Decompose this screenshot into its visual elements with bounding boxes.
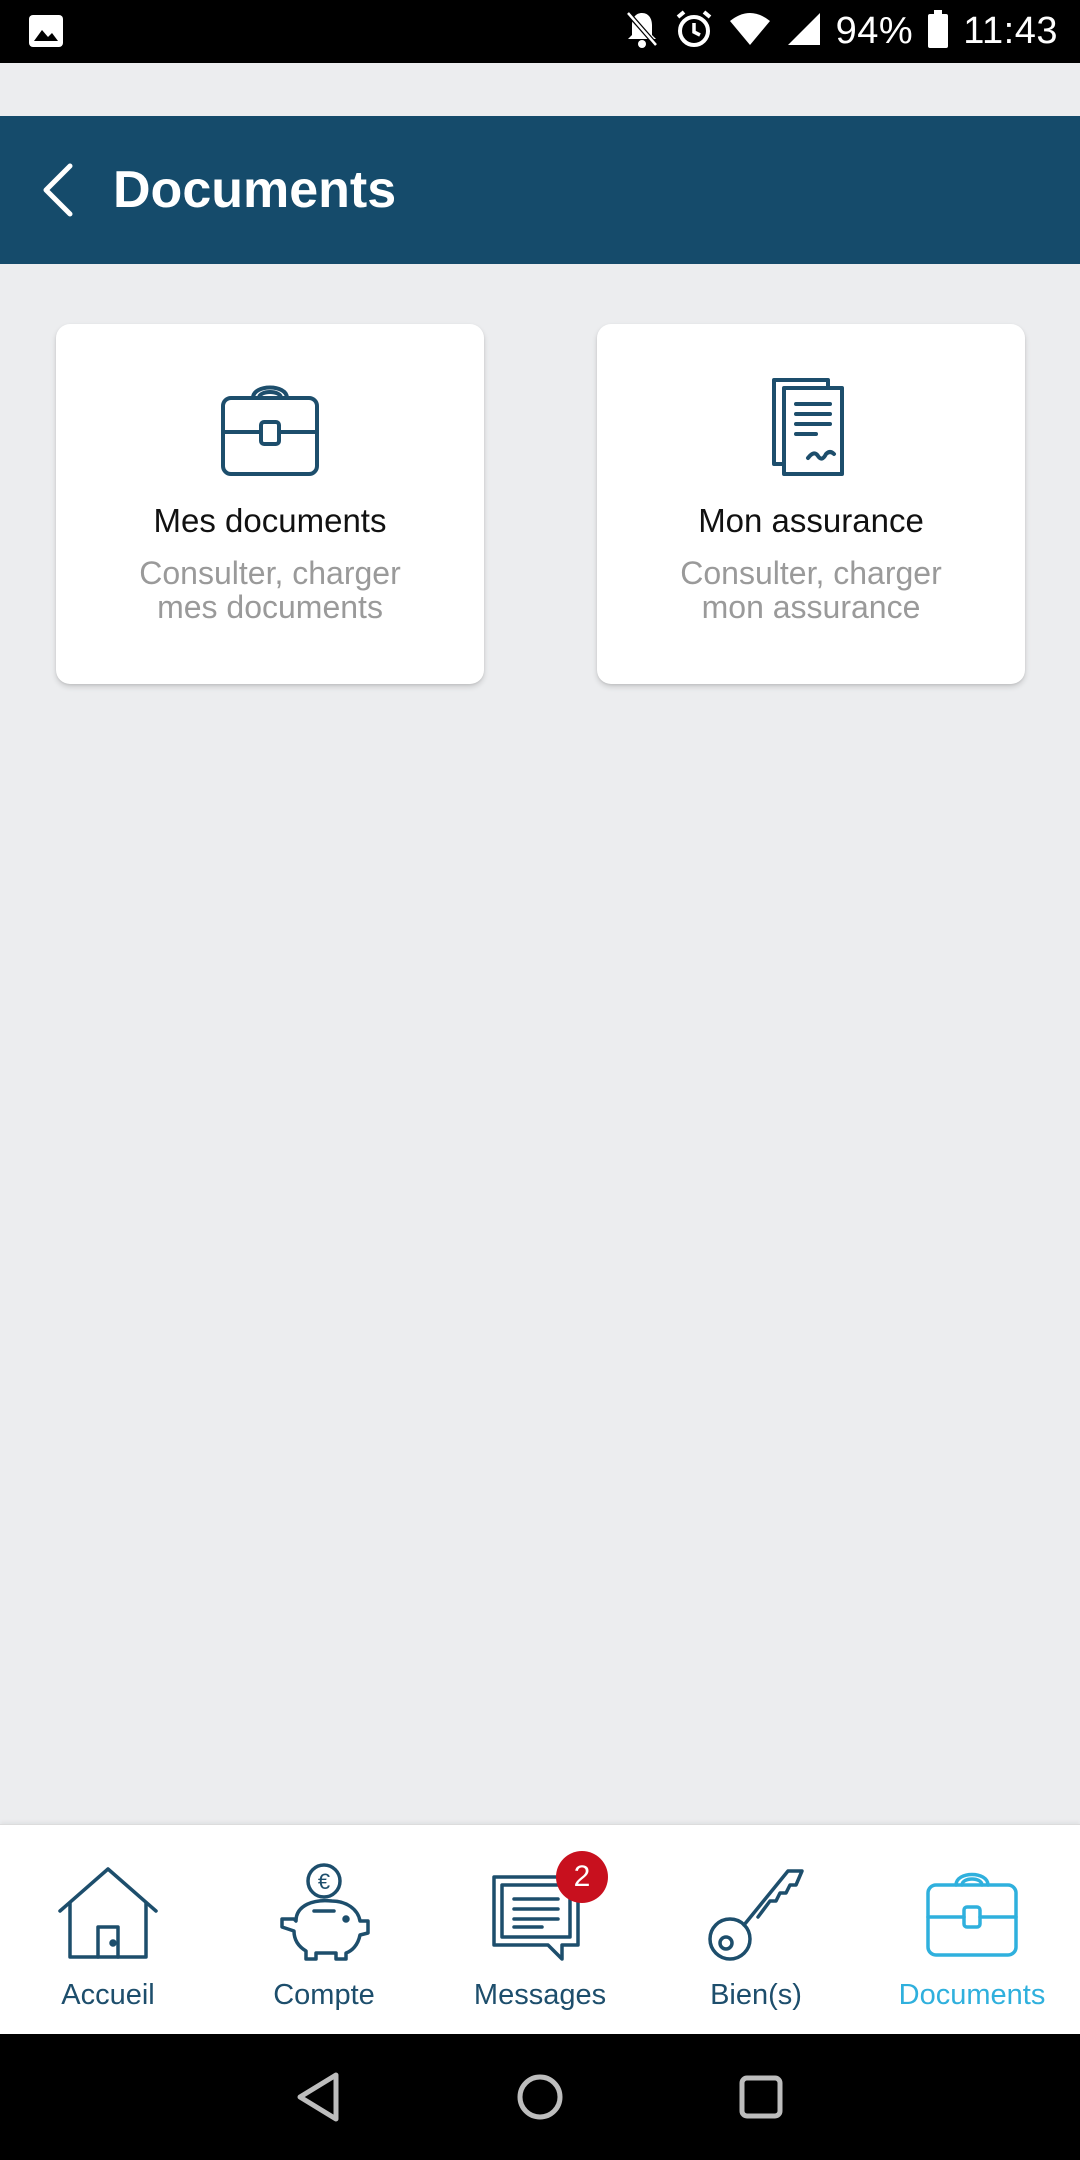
card-title: Mes documents <box>153 502 387 539</box>
nav-item-biens[interactable]: Bien(s) <box>648 1825 864 2035</box>
battery-percent: 94% <box>835 10 914 52</box>
bell-off-icon <box>624 9 660 54</box>
wifi-icon <box>728 11 772 52</box>
card-description-line: mon assurance <box>701 589 921 625</box>
signal-icon <box>786 11 822 52</box>
nav-item-compte[interactable]: € Compte <box>216 1825 432 2035</box>
system-navigation-bar <box>0 2034 1080 2160</box>
card-description: Consulter, charger mes documents <box>86 556 454 624</box>
top-spacer <box>0 63 1080 116</box>
card-mon-assurance[interactable]: Mon assurance Consulter, charger mon ass… <box>597 324 1025 684</box>
page-title: Documents <box>113 161 397 219</box>
key-icon <box>706 1863 806 1963</box>
card-description: Consulter, charger mon assurance <box>627 556 995 624</box>
card-mes-documents[interactable]: Mes documents Consulter, charger mes doc… <box>56 324 484 684</box>
nav-label: Accueil <box>61 1979 155 2011</box>
back-button[interactable] <box>30 154 86 226</box>
briefcase-icon <box>215 370 325 480</box>
app-header: Documents <box>0 116 1080 264</box>
document-stack-icon <box>756 370 866 480</box>
nav-label: Compte <box>273 1979 375 2011</box>
card-title: Mon assurance <box>698 502 924 539</box>
status-bar: 94% 11:43 <box>0 0 1080 63</box>
nav-item-messages[interactable]: Messages <box>432 1825 648 2035</box>
alarm-icon <box>674 9 714 54</box>
clock: 11:43 <box>963 10 1058 52</box>
house-icon <box>58 1863 158 1963</box>
nav-item-documents[interactable]: Documents <box>864 1825 1080 2035</box>
nav-item-accueil[interactable]: Accueil <box>0 1825 216 2035</box>
back-triangle-icon[interactable] <box>290 2067 350 2127</box>
nav-label: Documents <box>898 1979 1046 2011</box>
chevron-left-icon <box>43 163 73 217</box>
bottom-navigation: Accueil € Compte Messages 2 Bien(s) Docu… <box>0 1824 1080 2034</box>
card-description-line: Consulter, charger <box>680 555 942 591</box>
nav-label: Messages <box>473 1979 607 2011</box>
main-content: Mes documents Consulter, charger mes doc… <box>0 264 1080 1824</box>
nav-label: Bien(s) <box>710 1979 802 2011</box>
home-circle-icon[interactable] <box>510 2067 570 2127</box>
svg-text:€: € <box>318 1869 330 1894</box>
piggy-bank-icon: € <box>274 1863 374 1963</box>
gallery-notification-icon <box>28 14 64 53</box>
messages-badge: 2 <box>556 1851 608 1903</box>
briefcase-icon <box>922 1863 1022 1963</box>
card-description-line: Consulter, charger <box>139 555 401 591</box>
battery-icon <box>927 10 949 53</box>
card-description-line: mes documents <box>157 589 383 625</box>
recents-square-icon[interactable] <box>731 2067 791 2127</box>
